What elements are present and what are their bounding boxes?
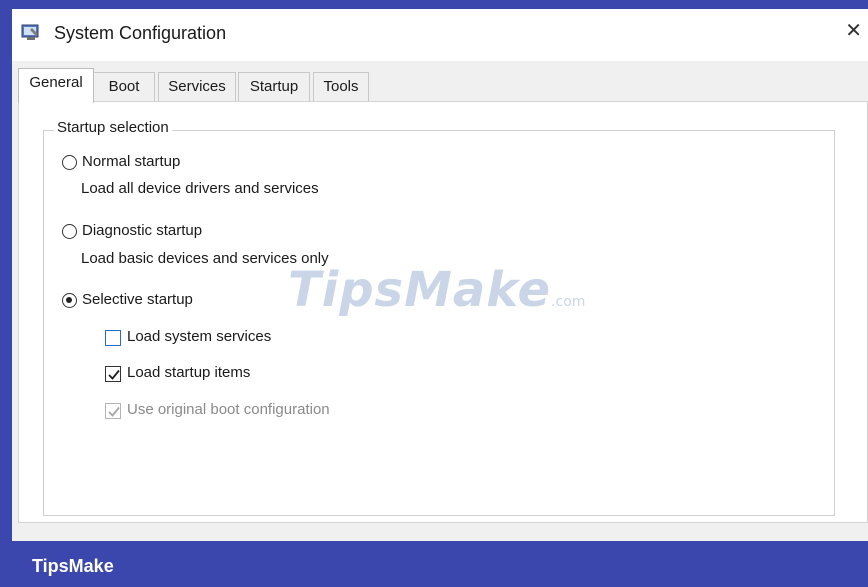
use-original-boot-config-label: Use original boot configuration: [127, 401, 330, 418]
window-title: System Configuration: [54, 23, 227, 43]
startup-selection-legend: Startup selection: [54, 119, 172, 136]
selective-startup-radio[interactable]: [62, 293, 77, 308]
watermark-text: TipsMake: [288, 262, 552, 318]
watermark-suffix: .com: [551, 294, 586, 310]
diagnostic-startup-radio[interactable]: [62, 224, 77, 239]
tab-general[interactable]: General: [18, 68, 94, 103]
use-original-boot-config-checkbox: [105, 403, 121, 419]
load-system-services-label[interactable]: Load system services: [127, 328, 271, 345]
system-config-icon: [21, 23, 41, 42]
load-startup-items-checkbox[interactable]: [105, 366, 121, 382]
tab-bar: General Boot Services Startup Tools: [12, 68, 868, 103]
selective-startup-label[interactable]: Selective startup: [82, 291, 193, 308]
tab-tools[interactable]: Tools: [313, 72, 369, 102]
footer-brand: TipsMake: [32, 556, 114, 576]
startup-selection-group: Startup selection Normal startup Load al…: [43, 119, 835, 516]
diagnostic-startup-label[interactable]: Diagnostic startup: [82, 222, 202, 239]
title-bar: System Configuration ✕: [12, 9, 868, 61]
tab-boot[interactable]: Boot: [93, 72, 155, 102]
checkmark-icon: [108, 406, 120, 417]
tab-services[interactable]: Services: [158, 72, 236, 102]
load-startup-items-label[interactable]: Load startup items: [127, 364, 250, 381]
normal-startup-description: Load all device drivers and services: [81, 180, 319, 197]
normal-startup-label[interactable]: Normal startup: [82, 153, 180, 170]
normal-startup-radio[interactable]: [62, 155, 77, 170]
tab-startup[interactable]: Startup: [238, 72, 310, 102]
tipsmake-watermark: TipsMake.com: [288, 262, 585, 318]
checkmark-icon: [108, 369, 120, 380]
close-icon[interactable]: ✕: [845, 20, 862, 42]
load-system-services-checkbox[interactable]: [105, 330, 121, 346]
